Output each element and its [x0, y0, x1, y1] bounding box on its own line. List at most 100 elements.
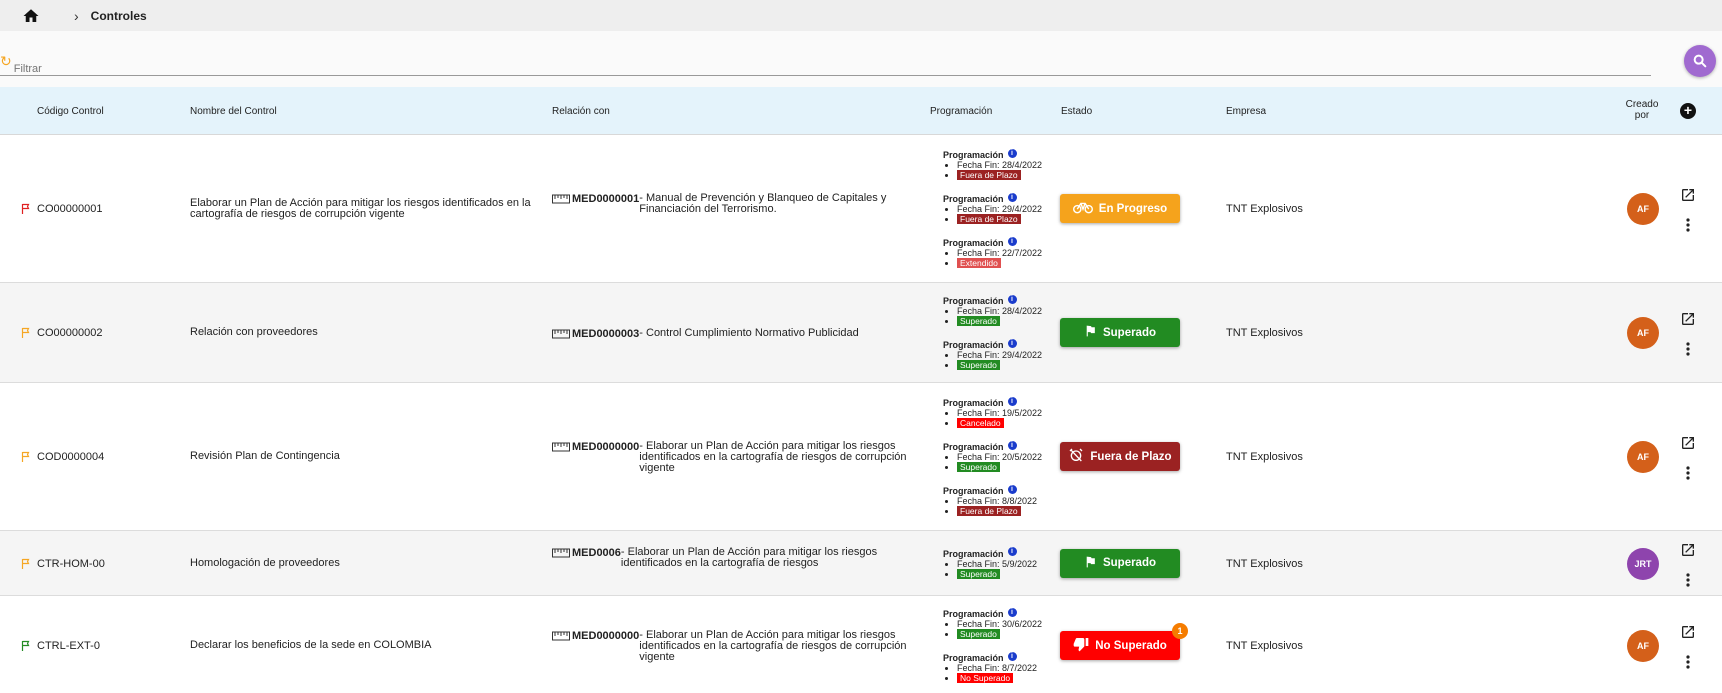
avatar[interactable]: AF	[1627, 193, 1659, 225]
info-icon[interactable]: i	[1007, 192, 1017, 202]
empresa: TNT Explosivos	[1226, 557, 1303, 570]
programacion-item: Programacióni Fecha Fin: 8/8/2022 Fuera …	[943, 484, 1063, 516]
info-icon[interactable]: i	[1007, 651, 1017, 661]
search-button[interactable]	[1684, 45, 1716, 77]
avatar[interactable]: JRT	[1627, 547, 1659, 580]
relacion-description: - Manual de Prevención y Blanqueo de Cap…	[639, 191, 887, 215]
control-name: Relación con proveedores	[190, 326, 318, 338]
table-row[interactable]: CO00000001 Elaborar un Plan de Acción pa…	[0, 135, 1722, 283]
empresa: TNT Explosivos	[1226, 640, 1303, 652]
fecha-fin: Fecha Fin: 29/4/2022	[957, 350, 1043, 360]
info-icon[interactable]: i	[1007, 396, 1017, 406]
estado-label: En Progreso	[1098, 202, 1168, 215]
open-in-new-icon[interactable]	[1680, 624, 1696, 640]
refresh-icon[interactable]: ↻	[0, 54, 12, 68]
programacion-status-tag: Superado	[957, 629, 1000, 639]
more-vert-icon[interactable]	[1683, 217, 1693, 233]
col-empresa[interactable]: Empresa	[1226, 106, 1266, 117]
more-vert-icon[interactable]	[1683, 341, 1693, 357]
medida-code[interactable]: MED0000000	[572, 441, 639, 453]
medida-code[interactable]: MED0000000	[572, 630, 639, 642]
programacion-title: Programación	[943, 238, 1004, 248]
estado-button[interactable]: Superado	[1060, 318, 1180, 347]
medida-code[interactable]: MED0000003	[572, 328, 639, 340]
relacion-con: MED0000000 - Elaborar un Plan de Acción …	[552, 439, 912, 474]
control-code-text: COD0000004	[37, 451, 105, 463]
flag-icon	[20, 326, 32, 340]
filter-field: ↻	[0, 54, 1651, 76]
fecha-fin: Fecha Fin: 28/4/2022	[957, 160, 1043, 170]
estado-label: Fuera de Plazo	[1090, 450, 1172, 463]
filter-input[interactable]	[13, 62, 414, 75]
ruler-icon	[552, 329, 570, 339]
table-row[interactable]: CO00000002 Relación con proveedores MED0…	[0, 283, 1722, 383]
control-code-text: CTRL-EXT-0	[37, 640, 100, 652]
open-in-new-icon[interactable]	[1680, 435, 1696, 451]
fecha-fin: Fecha Fin: 19/5/2022	[957, 408, 1043, 418]
programacion-item: Programacióni Fecha Fin: 28/4/2022 Fuera…	[943, 148, 1063, 180]
avatar[interactable]: AF	[1627, 630, 1659, 662]
control-code: CO00000001	[20, 202, 102, 216]
programacion-title: Programación	[943, 486, 1004, 496]
home-icon[interactable]	[22, 7, 40, 25]
estado-label: Superado	[1102, 326, 1157, 339]
info-icon[interactable]: i	[1007, 236, 1017, 246]
programacion-status-tag: Fuera de Plazo	[957, 506, 1021, 516]
estado-button[interactable]: No Superado 1	[1060, 623, 1188, 660]
table-row[interactable]: CTRL-EXT-0 Declarar los beneficios de la…	[0, 596, 1722, 693]
col-creado[interactable]: Creado por	[1622, 99, 1662, 121]
open-in-new-icon[interactable]	[1680, 542, 1696, 558]
add-control-button[interactable]: +	[1680, 103, 1696, 119]
programacion-list: Programacióni Fecha Fin: 30/6/2022 Super…	[943, 607, 1063, 683]
info-icon[interactable]: i	[1007, 547, 1017, 556]
control-code: CTR-HOM-00	[20, 557, 105, 571]
more-vert-icon[interactable]	[1683, 654, 1693, 670]
table-row[interactable]: COD0000004 Revisión Plan de Contingencia…	[0, 383, 1722, 531]
avatar[interactable]: AF	[1627, 317, 1659, 349]
ruler-icon	[552, 548, 570, 558]
info-icon[interactable]: i	[1007, 484, 1017, 494]
breadcrumb-current: Controles	[90, 8, 147, 23]
medida-code[interactable]: MED0000001	[572, 193, 639, 205]
relacion-con: MED0000000 - Elaborar un Plan de Acción …	[552, 629, 912, 663]
programacion-status-tag: No Superado	[957, 673, 1014, 683]
info-icon[interactable]: i	[1007, 294, 1017, 304]
relacion-description: - Elaborar un Plan de Acción para mitiga…	[639, 439, 907, 474]
table-row[interactable]: CTR-HOM-00 Homologación de proveedores M…	[0, 531, 1722, 596]
flag-icon	[20, 450, 32, 464]
col-relacion[interactable]: Relación con	[552, 106, 610, 117]
control-code-text: CO00000001	[37, 203, 103, 215]
relacion-con: MED0000003 - Control Cumplimiento Normat…	[552, 327, 912, 340]
programacion-status-tag: Extendido	[957, 258, 1001, 268]
control-name: Elaborar un Plan de Acción para mitigar …	[190, 197, 531, 220]
info-icon[interactable]: i	[1007, 440, 1017, 450]
medida-code[interactable]: MED0006	[572, 547, 621, 559]
estado-button[interactable]: En Progreso	[1060, 194, 1180, 223]
relacion-description: - Elaborar un Plan de Acción para mitiga…	[620, 546, 878, 569]
info-icon[interactable]: i	[1007, 148, 1017, 158]
open-in-new-icon[interactable]	[1680, 187, 1696, 203]
open-in-new-icon[interactable]	[1680, 311, 1696, 327]
estado-button[interactable]: Superado	[1060, 548, 1180, 578]
col-estado[interactable]: Estado	[1061, 106, 1092, 117]
programacion-title: Programación	[943, 398, 1004, 408]
programacion-item: Programacióni Fecha Fin: 5/9/2022 Supera…	[943, 547, 1063, 579]
col-nombre[interactable]: Nombre del Control	[190, 106, 277, 117]
flag-icon	[1084, 555, 1097, 572]
table-body: CO00000001 Elaborar un Plan de Acción pa…	[0, 135, 1722, 693]
breadcrumb: › Controles	[0, 0, 1722, 31]
relacion-con: MED0006 - Elaborar un Plan de Acción par…	[552, 547, 912, 569]
more-vert-icon[interactable]	[1683, 465, 1693, 481]
programacion-status-tag: Cancelado	[957, 418, 1004, 428]
more-vert-icon[interactable]	[1683, 572, 1693, 588]
info-icon[interactable]: i	[1007, 338, 1017, 348]
fecha-fin: Fecha Fin: 22/7/2022	[957, 248, 1043, 258]
info-icon[interactable]: i	[1007, 607, 1017, 617]
programacion-title: Programación	[943, 548, 1004, 559]
col-programacion[interactable]: Programación	[930, 106, 992, 117]
avatar[interactable]: AF	[1627, 441, 1659, 473]
estado-button[interactable]: Fuera de Plazo	[1060, 442, 1180, 471]
col-codigo[interactable]: Código Control	[37, 106, 104, 117]
programacion-title: Programación	[943, 653, 1004, 663]
empresa: TNT Explosivos	[1226, 203, 1303, 215]
